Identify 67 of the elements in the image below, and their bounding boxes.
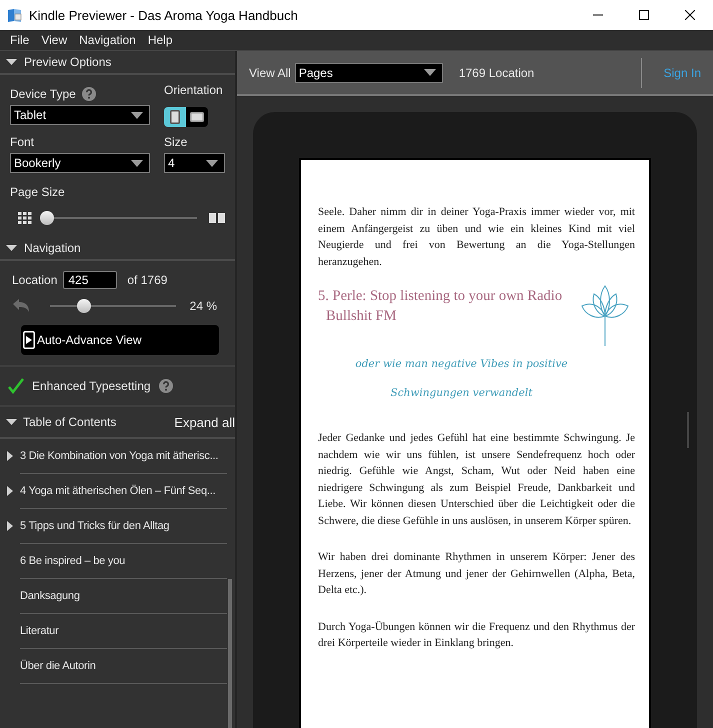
menu-item[interactable]: File bbox=[4, 33, 36, 47]
chapter-heading: 5. Perle: Stop listening to your own Radio Bullshit FM bbox=[318, 287, 564, 326]
menu-item[interactable]: Help bbox=[142, 33, 179, 47]
field-label: Page Size bbox=[10, 185, 66, 199]
body-paragraph: Wir haben drei dominante Rhythmen in unserem Körper: Jener des Herzens, jener der Atmung und jener der Gehirnwellen (Alpha, Beta, Delta etc.). bbox=[318, 550, 635, 598]
field-label: Orientation bbox=[164, 83, 224, 99]
toc-item[interactable]: 4 Yoga mit ätherischen Ölen – Fünf Seq... bbox=[20, 474, 227, 509]
portrait-tablet-icon bbox=[170, 110, 180, 124]
scrollbar[interactable] bbox=[228, 579, 232, 728]
toc-item[interactable]: 5 Tipps und Tricks für den Alltag bbox=[20, 509, 227, 544]
field-label: Size bbox=[164, 135, 188, 149]
dropdown-caret-icon bbox=[131, 160, 143, 166]
location-count: 1769 Location bbox=[458, 66, 536, 80]
body-paragraph: Seele. Daher nimm dir in deiner Yoga-Praxis immer wieder vor, mit einem Anfängergeist zu üben und wie ein kleines Kind mit viel Neugierde und frei von Bewertung an die Yoga-Stellungen heranzugehen. bbox=[318, 205, 635, 270]
field-label: Device Type bbox=[10, 87, 76, 101]
subtitle: oder wie man negative Vibes in positive Schwingungen verwandelt bbox=[354, 357, 569, 401]
toc-item[interactable]: Über die Autorin bbox=[20, 649, 227, 684]
toc-item[interactable]: Danksagung bbox=[20, 579, 227, 614]
view-all-label: View All bbox=[249, 66, 291, 80]
expand-arrow-icon[interactable] bbox=[7, 521, 13, 531]
section-title: Table of Contents bbox=[23, 415, 118, 429]
checkmark-icon[interactable] bbox=[8, 378, 24, 394]
expand-arrow-icon[interactable] bbox=[7, 451, 13, 461]
back-arrow-icon[interactable] bbox=[12, 299, 30, 313]
dropdown-caret-icon bbox=[206, 160, 218, 166]
tablet-play-icon bbox=[23, 331, 35, 349]
expand-all-button[interactable]: Expand all bbox=[174, 414, 235, 430]
body-paragraph: Durch Yoga-Übungen können wir die Frequenz und den Rhythmus der drei Körperteile wieder in Einklang bringen. bbox=[318, 620, 635, 651]
slider-thumb[interactable] bbox=[76, 299, 91, 313]
location-input[interactable]: 425 bbox=[63, 271, 118, 289]
menu-item[interactable]: View bbox=[35, 33, 74, 47]
grid-icon bbox=[18, 212, 32, 224]
toc-item[interactable]: 3 Die Kombination von Yoga mit ätherisc... bbox=[20, 439, 227, 474]
view-mode-dropdown[interactable]: Pages bbox=[294, 62, 443, 82]
dropdown-caret-icon bbox=[131, 112, 143, 118]
dropdown-caret-icon bbox=[424, 69, 436, 76]
landscape-toggle[interactable] bbox=[186, 107, 208, 127]
auto-advance-button[interactable]: Auto-Advance View bbox=[21, 325, 219, 355]
toc-item[interactable]: 6 Be inspired – be you bbox=[20, 544, 227, 579]
location-total: of 1769 bbox=[127, 273, 168, 287]
enhanced-typesetting-label: Enhanced Typesetting bbox=[32, 379, 151, 393]
field-label: Font bbox=[10, 135, 36, 149]
slider-thumb[interactable] bbox=[40, 211, 54, 225]
menu-item[interactable]: Navigation bbox=[73, 33, 142, 47]
maximize-icon bbox=[639, 10, 649, 20]
font-dropdown[interactable]: Bookerly bbox=[10, 153, 150, 173]
section-toggle-icon[interactable] bbox=[6, 416, 17, 428]
section-title: Preview Options bbox=[24, 55, 112, 69]
portrait-toggle[interactable] bbox=[164, 107, 186, 127]
device-type-dropdown[interactable]: Tablet bbox=[10, 105, 150, 125]
help-icon[interactable] bbox=[158, 379, 173, 393]
section-toggle-icon[interactable] bbox=[6, 56, 17, 68]
toc-item[interactable]: Literatur bbox=[20, 614, 227, 649]
body-paragraph: Jeder Gedanke und jedes Gefühl hat eine bestimmte Schwingung. Je nachdem wie wir uns fühlen, ist unsere Sendefrequenz hoch oder niedrig. Gefühle wie Angst, Scham, Wut oder Neid haben eine niedrigere Schwingung als zum Beispiel Freude, Dankbarkeit und Liebe. Wir können diesen Unterschied über die Leichtigkeit oder die Schwere, die diese Gefühle in uns auslösen, in unserem Körper spüren. bbox=[318, 431, 635, 528]
field-label: Location bbox=[12, 273, 58, 287]
expand-arrow-icon[interactable] bbox=[7, 486, 13, 496]
scrollbar[interactable] bbox=[687, 412, 689, 448]
help-icon[interactable] bbox=[82, 87, 96, 101]
section-toggle-icon[interactable] bbox=[6, 242, 17, 254]
two-column-icon bbox=[209, 213, 225, 223]
landscape-tablet-icon bbox=[190, 112, 204, 122]
app-icon bbox=[7, 7, 23, 23]
progress-percent: 24 % bbox=[190, 299, 217, 313]
close-icon bbox=[685, 10, 695, 20]
size-dropdown[interactable]: 4 bbox=[164, 153, 225, 173]
section-title: Navigation bbox=[24, 241, 81, 255]
window-title: Kindle Previewer - Das Aroma Yoga Handbuch bbox=[29, 8, 299, 22]
